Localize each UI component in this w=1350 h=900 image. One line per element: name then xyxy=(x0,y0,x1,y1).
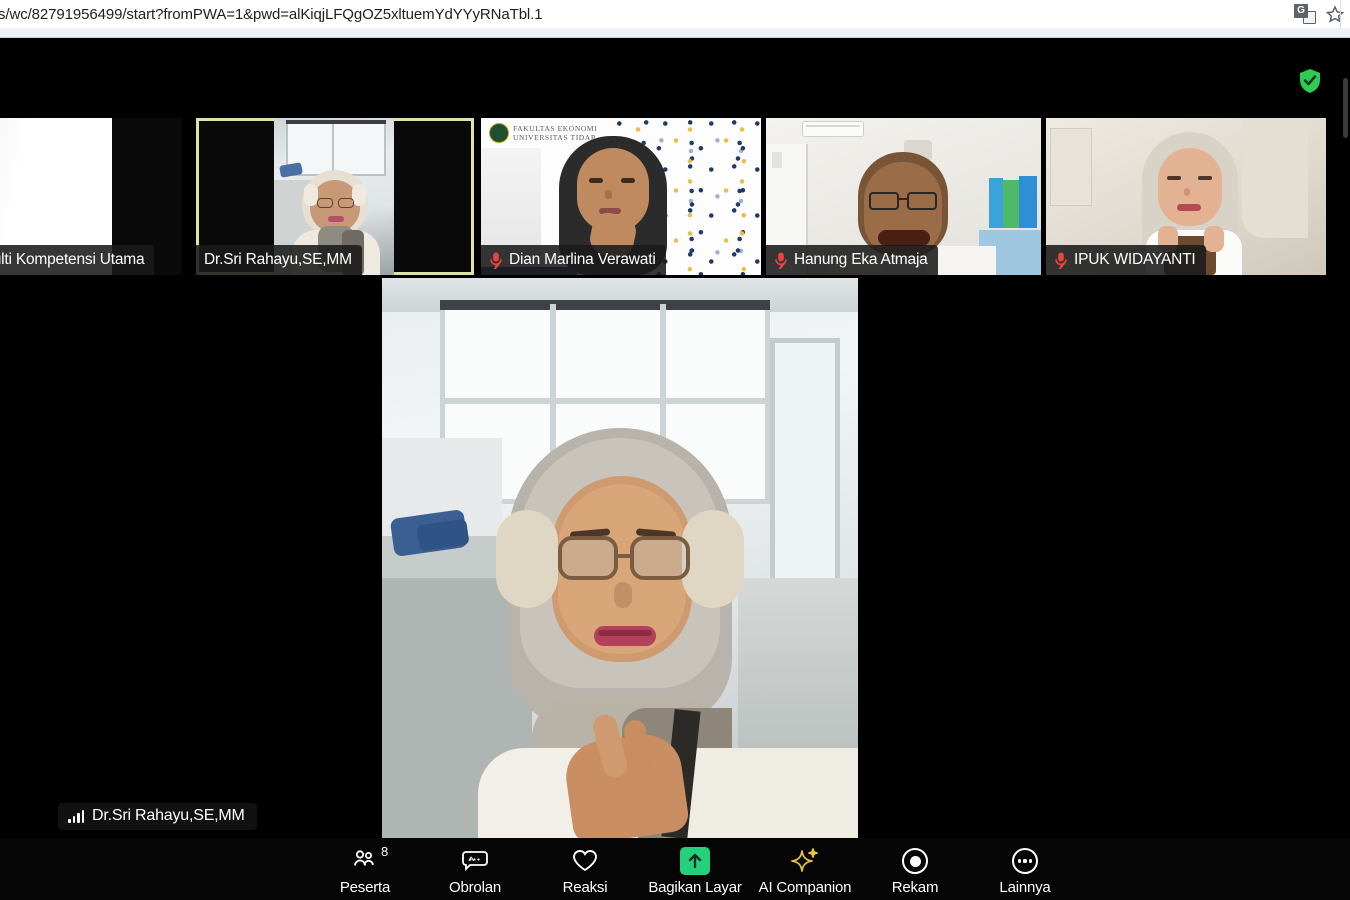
chat-label: Obrolan xyxy=(449,879,501,896)
thumbnail-tile-active-speaker[interactable]: Dr.Sri Rahayu,SE,MM xyxy=(196,118,474,275)
translate-icon-front: G xyxy=(1294,4,1308,18)
participant-name-label: IPUK WIDAYANTI xyxy=(1046,245,1206,275)
mic-muted-icon xyxy=(490,252,502,269)
browser-loading-strip xyxy=(0,28,1350,38)
participants-button[interactable]: 8 Peserta xyxy=(310,842,420,896)
main-speaker-name-label: Dr.Sri Rahayu,SE,MM xyxy=(58,803,257,830)
zoom-meeting-stage: Multi Kompetensi Utama xyxy=(0,38,1350,900)
participant-filmstrip: Multi Kompetensi Utama xyxy=(0,118,1340,275)
translate-icon[interactable]: G xyxy=(1294,4,1316,24)
ellipsis-circle-icon xyxy=(1012,846,1038,876)
record-label: Rekam xyxy=(891,879,939,896)
participant-name-label: Multi Kompetensi Utama xyxy=(0,245,155,275)
participant-name-label: Dian Marlina Verawati xyxy=(481,245,666,275)
audio-level-bars-icon xyxy=(68,809,84,823)
participant-name-label: Dr.Sri Rahayu,SE,MM xyxy=(196,245,362,275)
star-icon[interactable] xyxy=(1326,5,1344,23)
virtual-bg-line2: UNIVERSITAS TIDAR xyxy=(513,133,597,142)
ai-companion-button[interactable]: AI Companion xyxy=(750,842,860,896)
browser-address-bar[interactable]: s/wc/82791956499/start?fromPWA=1&pwd=alK… xyxy=(0,0,1350,28)
shield-check-icon[interactable] xyxy=(1298,68,1322,94)
participants-count-badge: 8 xyxy=(381,844,389,859)
participant-name: Dr.Sri Rahayu,SE,MM xyxy=(204,251,352,268)
record-button[interactable]: Rekam xyxy=(860,842,970,896)
chrome-divider xyxy=(1340,0,1341,28)
thumbnail-tile[interactable]: Hanung Eka Atmaja xyxy=(766,118,1041,275)
participant-name: Dian Marlina Verawati xyxy=(509,251,656,268)
main-speaker-video[interactable] xyxy=(382,278,858,838)
page-scrollbar[interactable] xyxy=(1343,78,1348,138)
share-screen-badge xyxy=(680,847,710,875)
participant-name: Hanung Eka Atmaja xyxy=(794,251,928,268)
ai-companion-label: AI Companion xyxy=(758,879,852,896)
main-speaker-name: Dr.Sri Rahayu,SE,MM xyxy=(92,807,245,824)
thumbnail-tile[interactable]: FAKULTAS EKONOMI UNIVERSITAS TIDAR Dian … xyxy=(481,118,761,275)
thumbnail-tile[interactable]: IPUK WIDAYANTI xyxy=(1046,118,1326,275)
reactions-button[interactable]: Reaksi xyxy=(530,842,640,896)
ellipsis-dot xyxy=(1017,859,1021,863)
chat-button[interactable]: ^ Obrolan xyxy=(420,842,530,896)
share-screen-arrow-up-icon xyxy=(680,846,710,876)
record-outline xyxy=(902,848,928,874)
chat-bubble-icon: ^ xyxy=(460,846,490,876)
meeting-toolbar: 8 Peserta ^ Obrolan Reaksi Bagikan Layar… xyxy=(0,838,1350,900)
ellipsis-dot xyxy=(1023,859,1027,863)
more-label: Lainnya xyxy=(999,879,1051,896)
share-screen-label: Bagikan Layar xyxy=(648,879,742,896)
sparkle-icon xyxy=(790,846,820,876)
record-circle-icon xyxy=(902,846,928,876)
ellipsis-dot xyxy=(1029,859,1033,863)
people-icon: 8 xyxy=(351,844,388,876)
participant-name-label: Hanung Eka Atmaja xyxy=(766,245,938,275)
address-bar-url[interactable]: s/wc/82791956499/start?fromPWA=1&pwd=alK… xyxy=(0,6,543,23)
share-screen-button[interactable]: Bagikan Layar xyxy=(640,842,750,896)
participants-label: Peserta xyxy=(339,879,391,896)
heart-icon xyxy=(571,846,599,876)
address-bar-icons: G xyxy=(1294,4,1350,24)
mic-muted-icon xyxy=(1055,252,1067,269)
participant-name: IPUK WIDAYANTI xyxy=(1074,251,1196,268)
mic-muted-icon xyxy=(775,252,787,269)
record-dot xyxy=(909,855,921,867)
thumbnail-tile[interactable]: Multi Kompetensi Utama xyxy=(0,118,182,275)
more-outline xyxy=(1012,848,1038,874)
chevron-up-icon[interactable]: ^ xyxy=(468,854,474,868)
participant-name: Multi Kompetensi Utama xyxy=(0,251,145,268)
reactions-label: Reaksi xyxy=(562,879,608,896)
more-button[interactable]: Lainnya xyxy=(970,842,1080,896)
virtual-bg-line1: FAKULTAS EKONOMI xyxy=(513,124,598,133)
